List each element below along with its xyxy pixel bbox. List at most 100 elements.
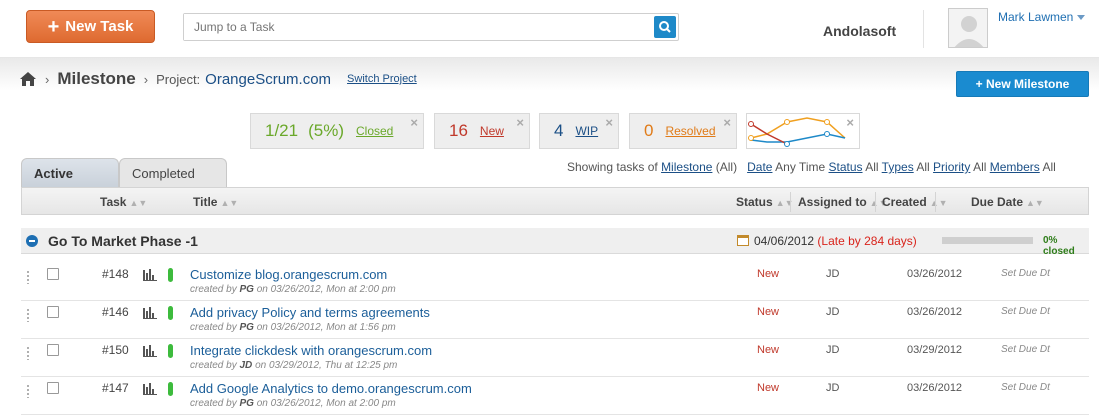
col-due-label: Due Date <box>971 195 1024 209</box>
home-icon[interactable] <box>19 71 37 87</box>
filter-prefix: Showing tasks of <box>567 160 658 174</box>
tab-completed[interactable]: Completed <box>119 158 227 187</box>
task-status: New <box>757 268 780 280</box>
task-meta: created by PG on 03/26/2012, Mon at 2:00… <box>190 398 396 409</box>
company-name: Andolasoft <box>823 23 897 39</box>
task-status: New <box>757 306 780 318</box>
set-due-date[interactable]: Set Due Dt <box>1001 344 1050 355</box>
task-checkbox[interactable] <box>47 382 59 394</box>
table-row[interactable]: #150 Integrate clickdesk with orangescru… <box>21 339 1089 377</box>
table-row[interactable]: #148 Customize blog.orangescrum.com crea… <box>21 263 1089 301</box>
table-row[interactable]: #146 Add privacy Policy and terms agreem… <box>21 301 1089 339</box>
table-row[interactable]: #147 Add Google Analytics to demo.orange… <box>21 377 1089 415</box>
sort-icon: ▲▼ <box>129 198 148 208</box>
top-bar: + New Task Andolasoft Mark Lawmen <box>0 0 1099 58</box>
stat-wip: 4 WIP × <box>539 113 619 149</box>
task-checkbox[interactable] <box>47 344 59 356</box>
task-number: #147 <box>102 381 129 395</box>
activity-chart-icon[interactable] <box>143 383 157 395</box>
task-title-link[interactable]: Integrate clickdesk with orangescrum.com <box>190 343 432 358</box>
filter-members-value: All <box>1042 160 1056 174</box>
priority-indicator <box>168 344 173 358</box>
meta-date: on 03/26/2012, Mon at 1:56 pm <box>256 322 396 333</box>
col-created[interactable]: Created ▲▼ <box>882 195 948 209</box>
task-assignee[interactable]: JD <box>826 268 839 280</box>
close-icon[interactable]: × <box>723 115 731 130</box>
close-icon[interactable]: × <box>516 115 524 130</box>
filter-milestone[interactable]: Milestone <box>661 160 712 174</box>
filter-members[interactable]: Members <box>990 160 1040 174</box>
col-due-date[interactable]: Due Date ▲▼ <box>971 195 1044 209</box>
stat-resolved: 0 Resolved × <box>629 113 737 149</box>
milestone-progress-label: 0% closed <box>1043 235 1075 257</box>
new-milestone-button[interactable]: + New Milestone <box>956 71 1089 97</box>
milestone-title: Go To Market Phase -1 <box>48 233 198 249</box>
drag-handle-icon[interactable] <box>26 384 31 398</box>
task-checkbox[interactable] <box>47 268 59 280</box>
task-title-link[interactable]: Customize blog.orangescrum.com <box>190 267 387 282</box>
switch-project-link[interactable]: Switch Project <box>347 73 417 85</box>
table-header: Task ▲▼ Title ▲▼ Status ▲▼ Assigned to ▲▼ Cr… <box>21 187 1089 215</box>
filter-status[interactable]: Status <box>829 160 863 174</box>
meta-prefix: created by <box>190 284 237 295</box>
tab-active[interactable]: Active <box>21 158 119 187</box>
search-icon <box>659 21 671 33</box>
task-number: #146 <box>102 305 129 319</box>
task-assignee[interactable]: JD <box>826 382 839 394</box>
divider <box>923 10 924 48</box>
set-due-date[interactable]: Set Due Dt <box>1001 382 1050 393</box>
close-icon[interactable]: × <box>605 115 613 130</box>
set-due-date[interactable]: Set Due Dt <box>1001 306 1050 317</box>
drag-handle-icon[interactable] <box>26 346 31 360</box>
close-icon[interactable]: × <box>846 115 854 130</box>
user-menu[interactable]: Mark Lawmen <box>998 10 1086 24</box>
chevron-down-icon <box>1077 15 1086 21</box>
filter-priority[interactable]: Priority <box>933 160 970 174</box>
filter-date[interactable]: Date <box>747 160 772 174</box>
task-assignee[interactable]: JD <box>826 306 839 318</box>
drag-handle-icon[interactable] <box>26 270 31 284</box>
meta-date: on 03/29/2012, Thu at 12:25 pm <box>255 360 398 371</box>
closed-link[interactable]: Closed <box>356 124 393 138</box>
meta-author: JD <box>239 360 253 371</box>
meta-prefix: created by <box>190 398 237 409</box>
sort-icon: ▲▼ <box>929 198 948 208</box>
avatar[interactable] <box>948 8 988 48</box>
resolved-link[interactable]: Resolved <box>665 124 715 138</box>
milestone-group-row: Go To Market Phase -1 04/06/2012 (Late b… <box>21 228 1089 257</box>
task-title-link[interactable]: Add privacy Policy and terms agreements <box>190 305 430 320</box>
priority-indicator <box>168 268 173 282</box>
trend-sparkline[interactable]: × <box>746 113 860 149</box>
set-due-date[interactable]: Set Due Dt <box>1001 268 1050 279</box>
collapse-icon[interactable] <box>26 235 38 247</box>
task-title-link[interactable]: Add Google Analytics to demo.orangescrum… <box>190 381 472 396</box>
activity-chart-icon[interactable] <box>143 307 157 319</box>
wip-link[interactable]: WIP <box>575 124 598 138</box>
drag-handle-icon[interactable] <box>26 308 31 322</box>
task-created: 03/29/2012 <box>907 344 963 356</box>
user-silhouette-icon <box>954 16 984 47</box>
meta-author: PG <box>239 322 254 333</box>
activity-chart-icon[interactable] <box>143 269 157 281</box>
col-title[interactable]: Title ▲▼ <box>193 195 238 209</box>
resolved-count: 0 <box>644 121 654 140</box>
task-status: New <box>757 344 780 356</box>
jump-to-task-input[interactable] <box>184 14 644 40</box>
task-assignee[interactable]: JD <box>826 344 839 356</box>
search-button[interactable] <box>654 16 676 38</box>
activity-chart-icon[interactable] <box>143 345 157 357</box>
task-checkbox[interactable] <box>47 306 59 318</box>
new-link[interactable]: New <box>480 124 504 138</box>
new-task-button[interactable]: + New Task <box>26 10 155 43</box>
breadcrumb-separator-icon: › <box>143 71 149 87</box>
task-created: 03/26/2012 <box>907 306 963 318</box>
filter-priority-value: All <box>973 160 987 174</box>
page-title: Milestone <box>57 69 136 88</box>
filter-types[interactable]: Types <box>882 160 914 174</box>
col-status[interactable]: Status ▲▼ <box>736 195 794 209</box>
priority-indicator <box>168 382 173 396</box>
task-created: 03/26/2012 <box>907 268 963 280</box>
close-icon[interactable]: × <box>410 115 418 130</box>
col-task[interactable]: Task ▲▼ <box>100 195 147 209</box>
closed-percent: (5%) <box>308 121 344 140</box>
